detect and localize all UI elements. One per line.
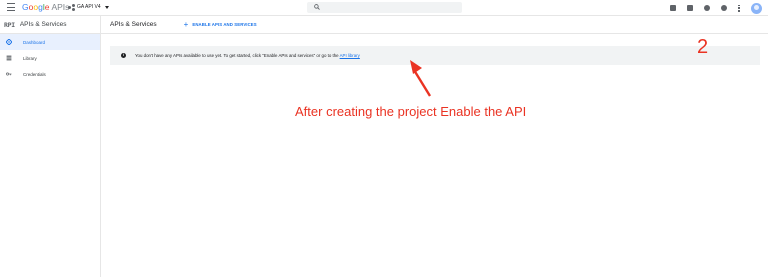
step-number-annotation: 2 bbox=[697, 36, 709, 58]
dashboard-icon bbox=[6, 39, 12, 45]
key-icon bbox=[6, 71, 12, 77]
logo-suffix: APIs bbox=[51, 2, 70, 12]
sidebar-header: RPI APIs & Services bbox=[0, 16, 100, 34]
search-input[interactable] bbox=[307, 2, 462, 13]
header-actions bbox=[670, 1, 762, 15]
banner-message: You don't have any APIs available to use… bbox=[135, 53, 360, 58]
sidebar-item-label: Dashboard bbox=[23, 39, 46, 45]
more-vert-icon[interactable] bbox=[738, 4, 740, 12]
plus-icon: + bbox=[183, 19, 189, 29]
enable-apis-label: ENABLE APIS AND SERVICES bbox=[192, 22, 257, 27]
api-badge-icon: RPI bbox=[4, 20, 15, 29]
banner-text: You don't have any APIs available to use… bbox=[135, 53, 339, 58]
annotation-caption: After creating the project Enable the AP… bbox=[295, 104, 527, 119]
gift-icon[interactable] bbox=[670, 5, 676, 11]
chevron-down-icon bbox=[104, 6, 109, 9]
enable-apis-button[interactable]: + ENABLE APIS AND SERVICES bbox=[183, 19, 257, 29]
feedback-icon[interactable] bbox=[687, 5, 693, 11]
sidebar-item-label: Library bbox=[23, 55, 37, 61]
sidebar-item-credentials[interactable]: Credentials bbox=[0, 66, 100, 82]
help-icon[interactable] bbox=[704, 5, 710, 11]
page-header: APIs & Services + ENABLE APIS AND SERVIC… bbox=[101, 16, 768, 34]
google-apis-logo[interactable]: Google APIs bbox=[22, 2, 69, 12]
sidebar-item-library[interactable]: Library bbox=[0, 50, 100, 66]
top-app-bar: Google APIs GA API V4 bbox=[0, 0, 768, 16]
sidebar-item-dashboard[interactable]: Dashboard bbox=[0, 34, 100, 50]
search-icon bbox=[314, 4, 320, 10]
project-name: GA API V4 bbox=[77, 4, 101, 10]
menu-icon[interactable] bbox=[7, 3, 15, 11]
avatar[interactable] bbox=[751, 2, 762, 14]
logo-letter: e bbox=[44, 2, 50, 12]
sidebar: RPI APIs & Services Dashboard Library Cr… bbox=[0, 16, 101, 277]
notifications-icon[interactable] bbox=[721, 5, 727, 11]
api-library-link[interactable]: API library bbox=[340, 53, 360, 58]
sidebar-title: APIs & Services bbox=[19, 21, 67, 28]
info-icon: i bbox=[121, 53, 126, 58]
library-icon bbox=[6, 55, 12, 61]
logo-letter: G bbox=[22, 2, 29, 12]
project-selector[interactable]: GA API V4 bbox=[68, 3, 109, 12]
page-title: APIs & Services bbox=[110, 21, 157, 28]
annotation-arrow-icon bbox=[410, 60, 432, 97]
project-icon bbox=[68, 4, 75, 11]
sidebar-item-label: Credentials bbox=[23, 71, 46, 77]
